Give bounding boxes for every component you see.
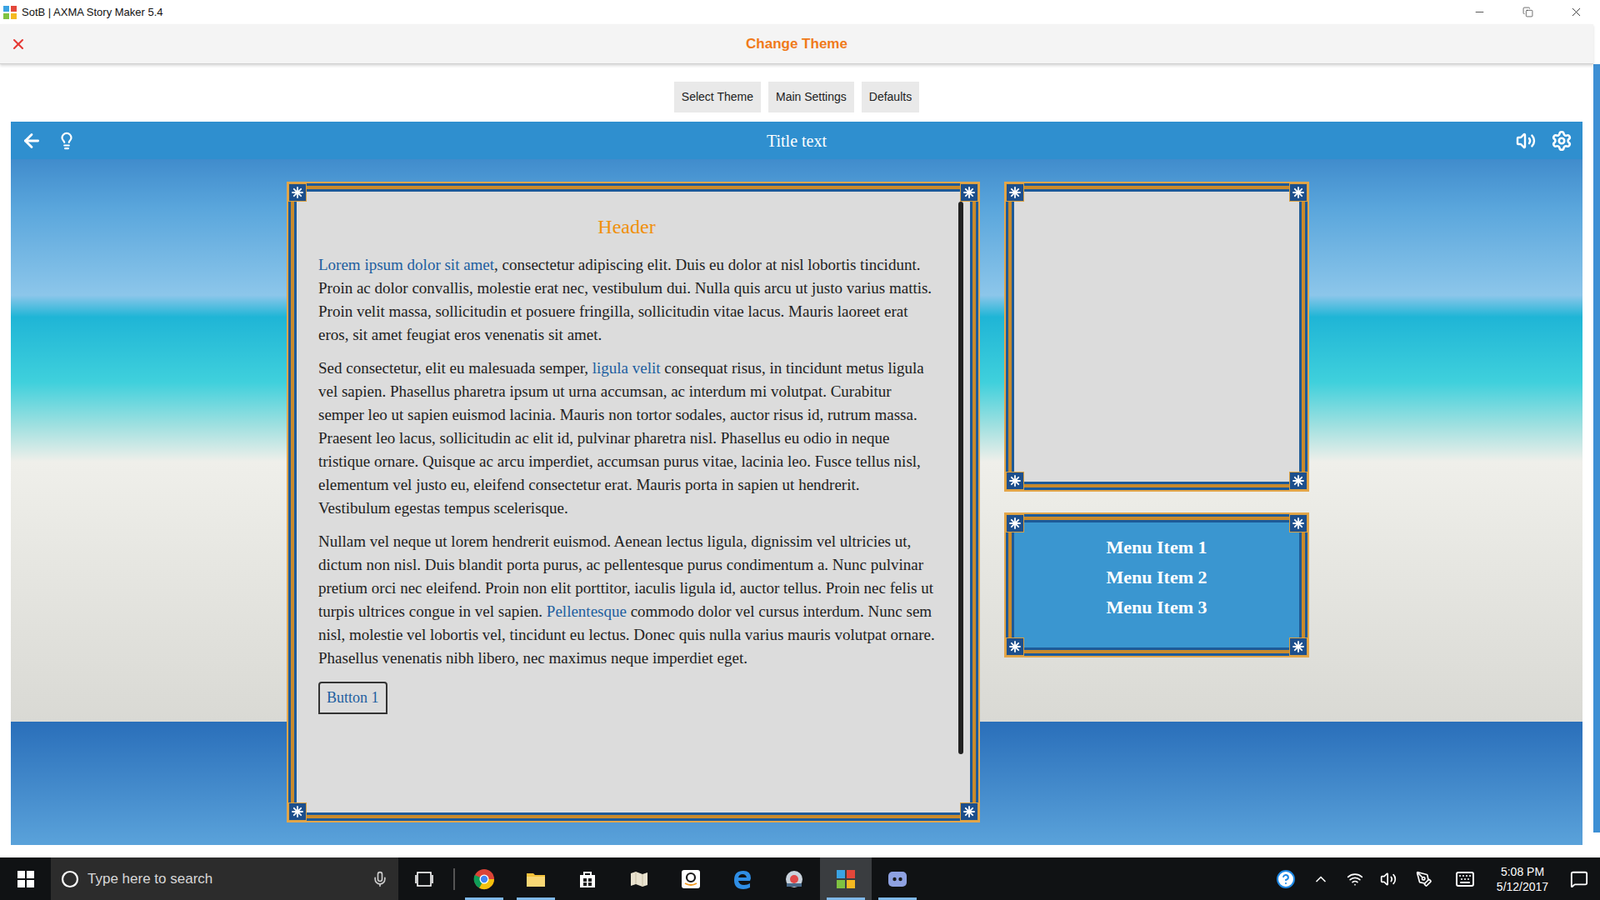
show-hidden-icon[interactable] <box>1312 870 1330 888</box>
toolbar-button[interactable]: Defaults <box>861 81 920 113</box>
running-indicator <box>516 897 555 900</box>
store-icon[interactable] <box>576 868 599 890</box>
gear-icon[interactable] <box>1550 130 1573 152</box>
running-indicator <box>465 897 504 900</box>
corner-star-icon <box>1005 183 1025 202</box>
minimize-icon[interactable] <box>1473 5 1486 19</box>
taskbar-app[interactable] <box>613 857 665 900</box>
notifications-icon[interactable] <box>1570 870 1589 889</box>
scrollbar-thumb[interactable] <box>958 201 964 755</box>
task-view-icon[interactable] <box>415 870 434 888</box>
corner-star-icon <box>1005 637 1025 656</box>
menu-item[interactable]: Menu Item 2 <box>1106 562 1208 593</box>
speaker-icon[interactable] <box>1515 130 1536 151</box>
start-button[interactable] <box>0 857 51 900</box>
side-panel <box>1004 181 1310 492</box>
title-bar: SotB | AXMA Story Maker 5.4 <box>0 0 1600 25</box>
menu-item[interactable]: Menu Item 1 <box>1106 532 1208 563</box>
content-header: Header <box>318 213 935 240</box>
close-window-button[interactable] <box>1551 0 1600 25</box>
corner-star-icon <box>1005 514 1025 533</box>
taskbar-app[interactable] <box>561 857 614 900</box>
toolbar-button[interactable]: Select Theme <box>674 81 761 113</box>
paragraph: Lorem ipsum dolor sit amet, consectetur … <box>318 253 935 347</box>
volume-icon[interactable] <box>1380 870 1397 888</box>
restore-icon[interactable] <box>1522 6 1534 18</box>
taskbar-app[interactable] <box>820 857 872 900</box>
close-button[interactable] <box>10 35 27 53</box>
file-explorer-icon[interactable] <box>525 868 547 890</box>
menu-item[interactable]: Menu Item 3 <box>1106 592 1208 623</box>
axma-icon[interactable] <box>835 868 857 890</box>
main-panel: Header Lorem ipsum dolor sit amet, consec… <box>286 181 980 823</box>
toolbar: Select ThemeMain SettingsDefaults <box>0 81 1594 113</box>
app-icon[interactable] <box>783 868 805 890</box>
clock-time: 5:08 PM <box>1500 864 1545 880</box>
header-title: Change Theme <box>745 33 848 55</box>
corner-star-icon <box>288 802 307 821</box>
corner-star-icon <box>1289 637 1308 656</box>
text-link[interactable]: ligula velit <box>592 359 661 377</box>
corner-star-icon <box>1289 183 1308 202</box>
taskbar-app[interactable] <box>716 857 769 900</box>
lightbulb-icon[interactable] <box>57 131 76 150</box>
search-placeholder: Type here to search <box>87 868 213 890</box>
restore-button[interactable] <box>1503 0 1552 25</box>
amazon-icon[interactable] <box>680 868 702 890</box>
corner-star-icon <box>288 183 307 202</box>
taskbar: Type here to search 5:08 PM5/12/2017 <box>0 857 1600 900</box>
discord-icon[interactable] <box>886 868 909 890</box>
network-icon[interactable] <box>1346 870 1364 888</box>
paragraph: Nullam vel neque ut lorem hendrerit euis… <box>318 530 935 670</box>
corner-star-icon <box>1005 471 1025 490</box>
close-icon[interactable] <box>10 35 27 53</box>
clock[interactable]: 5:08 PM5/12/2017 <box>1486 864 1559 895</box>
preview-title: Title text <box>766 131 827 150</box>
taskbar-app[interactable] <box>510 857 562 900</box>
back-arrow-icon[interactable] <box>20 130 43 152</box>
chrome-icon[interactable] <box>473 868 495 890</box>
content-button[interactable]: Button 1 <box>318 681 388 715</box>
minimize-button[interactable] <box>1455 0 1504 25</box>
theme-preview: Title text Header Lorem ipsum dolor sit am… <box>10 121 1583 845</box>
close-window-icon[interactable] <box>1569 5 1584 20</box>
microphone-icon[interactable] <box>371 870 389 888</box>
text-link[interactable]: Lorem ipsum dolor sit amet <box>318 255 495 274</box>
app-logo-icon <box>3 5 17 20</box>
windows-logo-icon[interactable] <box>17 870 35 888</box>
corner-star-icon <box>1289 471 1308 490</box>
preview-top-bar: Title text <box>10 121 1583 160</box>
running-indicator <box>826 897 865 900</box>
window-title: SotB | AXMA Story Maker 5.4 <box>21 4 164 21</box>
taskbar-app[interactable] <box>871 857 924 900</box>
keyboard-icon[interactable] <box>1455 869 1475 890</box>
task-view-button[interactable] <box>398 857 450 900</box>
cortana-icon <box>60 870 80 889</box>
help-icon[interactable] <box>1275 869 1296 890</box>
paragraph: Sed consectetur, elit eu malesuada sempe… <box>318 356 935 520</box>
app-scrollbar <box>1593 64 1600 833</box>
toolbar-button[interactable]: Main Settings <box>768 81 855 113</box>
corner-star-icon <box>960 802 979 821</box>
pen-icon[interactable] <box>1415 870 1433 888</box>
corner-star-icon <box>1289 514 1308 533</box>
taskbar-app[interactable] <box>665 857 717 900</box>
edge-icon[interactable] <box>731 868 754 890</box>
search-box[interactable]: Type here to search <box>50 857 399 900</box>
clock-date: 5/12/2017 <box>1496 879 1549 895</box>
text-link[interactable]: Pellentesque <box>546 602 627 620</box>
running-indicator <box>878 897 917 900</box>
screen: SotB | AXMA Story Maker 5.4 Change Theme S… <box>0 0 1600 900</box>
menu-panel: Menu Item 1Menu Item 2Menu Item 3 <box>1004 512 1310 658</box>
corner-star-icon <box>960 183 979 202</box>
taskbar-app[interactable] <box>458 857 510 900</box>
maps-icon[interactable] <box>628 868 650 890</box>
app-header: Change Theme <box>0 24 1594 65</box>
taskbar-app[interactable] <box>768 857 820 900</box>
